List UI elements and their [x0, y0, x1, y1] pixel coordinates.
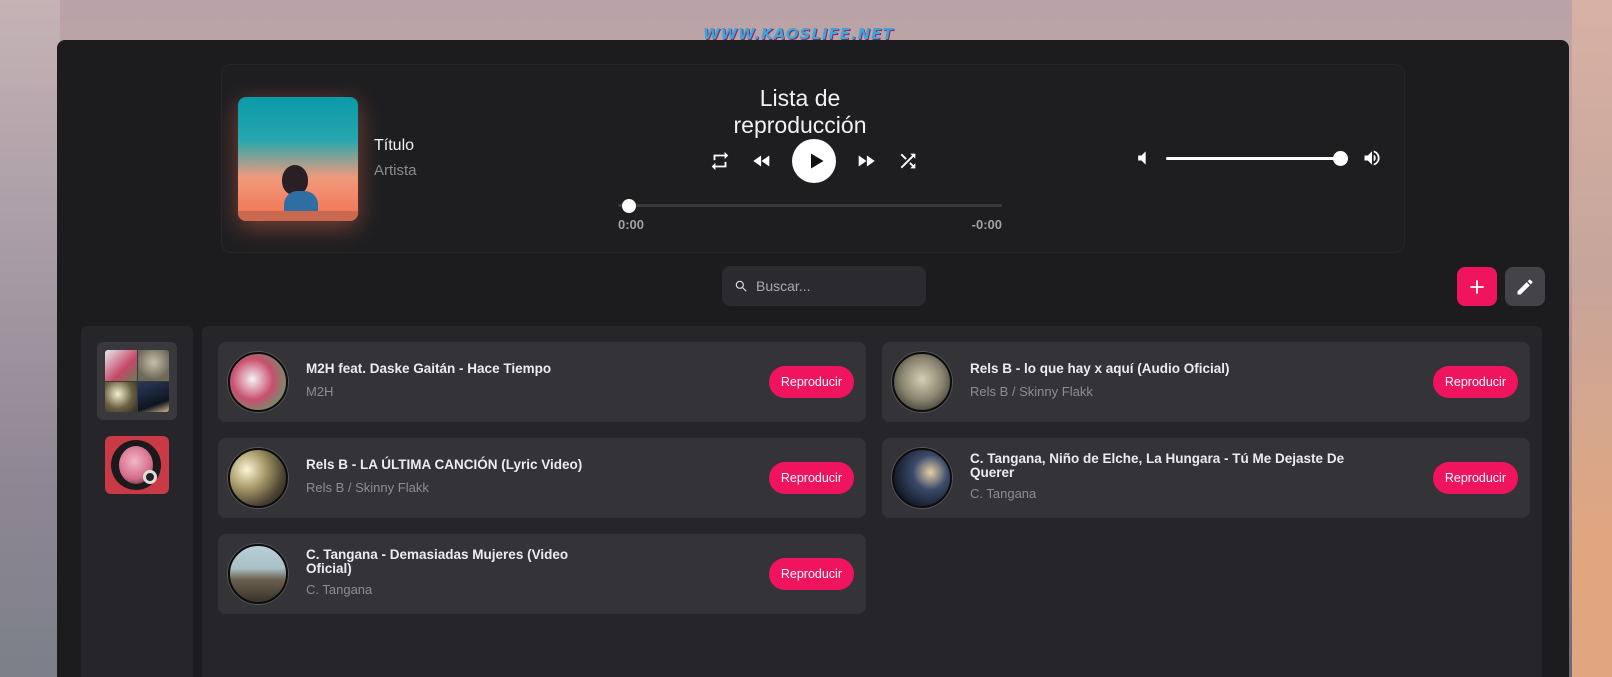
song-thumbnail: [228, 352, 288, 412]
playlist-title: Lista de reproducción: [733, 85, 867, 138]
song-artist: C. Tangana: [970, 486, 1037, 501]
song-artist: Rels B / Skinny Flakk: [306, 480, 429, 495]
play-icon: [810, 153, 823, 169]
background-sky-left: [0, 0, 60, 677]
play-song-button[interactable]: Reproducir: [768, 366, 854, 398]
fast-forward-icon[interactable]: [854, 149, 878, 173]
pencil-icon: [1517, 279, 1533, 294]
song-thumbnail: [892, 448, 952, 508]
song-title: C. Tangana, Niño de Elche, La Hungara - …: [970, 451, 1345, 480]
plus-icon: [1470, 279, 1484, 294]
song-title: M2H feat. Daske Gaitán - Hace Tiempo: [306, 361, 552, 376]
song-card[interactable]: Rels B - LA ÚLTIMA CANCIÓN (Lyric Video)…: [218, 438, 866, 518]
song-artist: M2H: [306, 384, 334, 399]
album-cover: [238, 97, 358, 221]
playlist-thumbnail-2[interactable]: [105, 436, 169, 494]
volume-low-icon[interactable]: [1134, 148, 1154, 173]
song-thumbnail: [228, 448, 288, 508]
playlists-sidebar: [81, 326, 193, 677]
player-panel: Título Artista Lista de reproducción 0:0…: [221, 64, 1405, 253]
shuffle-icon[interactable]: [896, 149, 920, 173]
song-artist: C. Tangana: [306, 582, 373, 597]
time-remaining: -0:00: [971, 217, 1002, 232]
play-button[interactable]: [792, 139, 836, 183]
song-card[interactable]: M2H feat. Daske Gaitán - Hace Tiempo M2H…: [218, 342, 866, 422]
song-card[interactable]: Rels B - lo que hay x aquí (Audio Oficia…: [882, 342, 1530, 422]
song-card[interactable]: C. Tangana, Niño de Elche, La Hungara - …: [882, 438, 1530, 518]
play-song-button[interactable]: Reproducir: [1432, 366, 1518, 398]
search-input[interactable]: [756, 278, 916, 294]
song-card[interactable]: C. Tangana - Demasiadas Mujeres (Video O…: [218, 534, 866, 614]
background-sky-right: [1572, 0, 1612, 677]
add-song-button[interactable]: [1457, 267, 1497, 306]
repeat-icon[interactable]: [708, 149, 732, 173]
music-app-window: Título Artista Lista de reproducción 0:0…: [57, 40, 1569, 677]
song-title: C. Tangana - Demasiadas Mujeres (Video O…: [306, 547, 569, 576]
song-artist: Rels B / Skinny Flakk: [970, 384, 1093, 399]
volume-handle[interactable]: [1333, 151, 1348, 166]
playback-controls: [708, 139, 920, 183]
search-icon: [735, 280, 747, 292]
rewind-icon[interactable]: [750, 149, 774, 173]
track-artist: Artista: [374, 162, 417, 179]
progress-handle[interactable]: [622, 199, 636, 213]
playlist-thumbnail-1[interactable]: [97, 342, 177, 420]
song-title: Rels B - LA ÚLTIMA CANCIÓN (Lyric Video): [306, 457, 583, 472]
play-song-button[interactable]: Reproducir: [768, 462, 854, 494]
song-thumbnail: [892, 352, 952, 412]
track-title: Título: [374, 137, 415, 154]
song-list: M2H feat. Daske Gaitán - Hace Tiempo M2H…: [202, 326, 1542, 677]
song-title: Rels B - lo que hay x aquí (Audio Oficia…: [970, 361, 1230, 376]
edit-button[interactable]: [1505, 267, 1545, 306]
volume-slider[interactable]: [1166, 157, 1344, 160]
play-song-button[interactable]: Reproducir: [1432, 462, 1518, 494]
search-box[interactable]: [722, 266, 926, 306]
time-current: 0:00: [618, 217, 645, 232]
play-song-button[interactable]: Reproducir: [768, 558, 854, 590]
song-thumbnail: [228, 544, 288, 604]
volume-high-icon[interactable]: [1362, 148, 1382, 173]
progress-slider[interactable]: [618, 204, 1002, 207]
